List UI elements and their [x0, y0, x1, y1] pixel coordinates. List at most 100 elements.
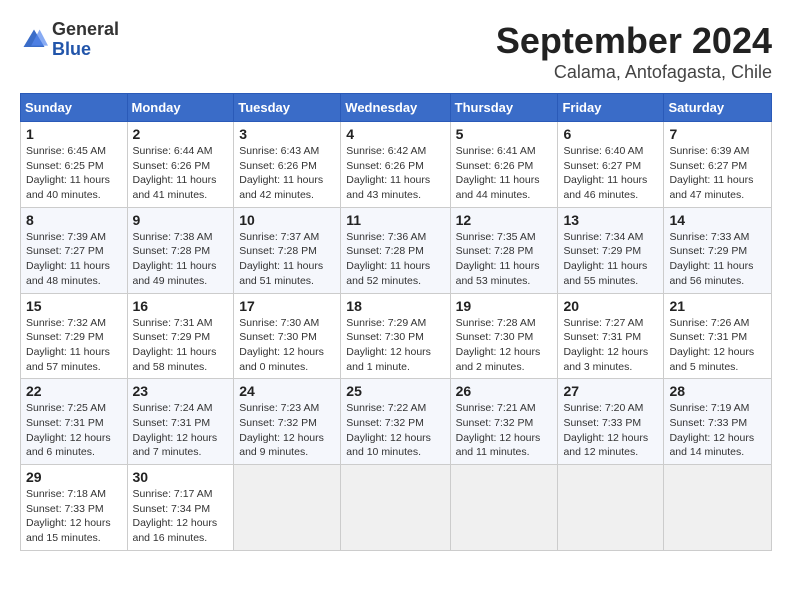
day-info: Sunrise: 7:21 AMSunset: 7:32 PMDaylight:…	[456, 401, 553, 460]
day-number: 17	[239, 298, 335, 314]
day-info: Sunrise: 7:28 AMSunset: 7:30 PMDaylight:…	[456, 316, 553, 375]
day-info: Sunrise: 7:17 AMSunset: 7:34 PMDaylight:…	[133, 487, 229, 546]
day-number: 23	[133, 383, 229, 399]
day-number: 20	[563, 298, 658, 314]
day-info: Sunrise: 6:40 AMSunset: 6:27 PMDaylight:…	[563, 144, 658, 203]
header-thursday: Thursday	[450, 94, 558, 122]
week-row-5: 29Sunrise: 7:18 AMSunset: 7:33 PMDayligh…	[21, 465, 772, 551]
header-tuesday: Tuesday	[234, 94, 341, 122]
day-info: Sunrise: 6:43 AMSunset: 6:26 PMDaylight:…	[239, 144, 335, 203]
calendar-cell: 22 Sunrise: 7:25 AMSunset: 7:31 PMDayligh…	[21, 379, 128, 465]
logo-text: General Blue	[52, 20, 119, 60]
day-info: Sunrise: 6:41 AMSunset: 6:26 PMDaylight:…	[456, 144, 553, 203]
calendar-cell: 13 Sunrise: 7:34 AMSunset: 7:29 PMDayligh…	[558, 207, 664, 293]
calendar-cell: 5Sunrise: 6:41 AMSunset: 6:26 PMDaylight…	[450, 122, 558, 208]
day-number: 25	[346, 383, 444, 399]
day-info: Sunrise: 7:33 AMSunset: 7:29 PMDaylight:…	[669, 230, 766, 289]
day-info: Sunrise: 7:27 AMSunset: 7:31 PMDaylight:…	[563, 316, 658, 375]
day-info: Sunrise: 7:23 AMSunset: 7:32 PMDaylight:…	[239, 401, 335, 460]
calendar-cell: 8 Sunrise: 7:39 AMSunset: 7:27 PMDaylight…	[21, 207, 128, 293]
day-number: 10	[239, 212, 335, 228]
day-number: 1	[26, 126, 122, 142]
day-number: 16	[133, 298, 229, 314]
day-info: Sunrise: 7:29 AMSunset: 7:30 PMDaylight:…	[346, 316, 444, 375]
day-info: Sunrise: 7:25 AMSunset: 7:31 PMDaylight:…	[26, 401, 122, 460]
calendar-cell: 3 Sunrise: 6:43 AMSunset: 6:26 PMDaylight…	[234, 122, 341, 208]
day-info: Sunrise: 7:26 AMSunset: 7:31 PMDaylight:…	[669, 316, 766, 375]
logo: General Blue	[20, 20, 119, 60]
calendar-cell: 25Sunrise: 7:22 AMSunset: 7:32 PMDayligh…	[341, 379, 450, 465]
calendar-cell: 2Sunrise: 6:44 AMSunset: 6:26 PMDaylight…	[127, 122, 234, 208]
day-info: Sunrise: 7:31 AMSunset: 7:29 PMDaylight:…	[133, 316, 229, 375]
header-wednesday: Wednesday	[341, 94, 450, 122]
day-number: 2	[133, 126, 229, 142]
day-number: 4	[346, 126, 444, 142]
calendar-cell: 9 Sunrise: 7:38 AMSunset: 7:28 PMDaylight…	[127, 207, 234, 293]
day-info: Sunrise: 7:32 AMSunset: 7:29 PMDaylight:…	[26, 316, 122, 375]
calendar-cell: 11 Sunrise: 7:36 AMSunset: 7:28 PMDayligh…	[341, 207, 450, 293]
day-number: 13	[563, 212, 658, 228]
header-saturday: Saturday	[664, 94, 772, 122]
calendar-cell: 6 Sunrise: 6:40 AMSunset: 6:27 PMDaylight…	[558, 122, 664, 208]
calendar-cell: 26 Sunrise: 7:21 AMSunset: 7:32 PMDayligh…	[450, 379, 558, 465]
logo-general: General	[52, 19, 119, 39]
day-number: 24	[239, 383, 335, 399]
day-info: Sunrise: 7:34 AMSunset: 7:29 PMDaylight:…	[563, 230, 658, 289]
header-sunday: Sunday	[21, 94, 128, 122]
location-title: Calama, Antofagasta, Chile	[496, 62, 772, 83]
calendar-cell: 21Sunrise: 7:26 AMSunset: 7:31 PMDayligh…	[664, 293, 772, 379]
day-number: 7	[669, 126, 766, 142]
month-title: September 2024	[496, 20, 772, 62]
day-info: Sunrise: 7:20 AMSunset: 7:33 PMDaylight:…	[563, 401, 658, 460]
day-info: Sunrise: 7:30 AMSunset: 7:30 PMDaylight:…	[239, 316, 335, 375]
calendar-cell: 30Sunrise: 7:17 AMSunset: 7:34 PMDayligh…	[127, 465, 234, 551]
calendar-cell: 10 Sunrise: 7:37 AMSunset: 7:28 PMDayligh…	[234, 207, 341, 293]
day-number: 14	[669, 212, 766, 228]
day-number: 15	[26, 298, 122, 314]
calendar-cell	[341, 465, 450, 551]
header-monday: Monday	[127, 94, 234, 122]
calendar-cell: 14 Sunrise: 7:33 AMSunset: 7:29 PMDayligh…	[664, 207, 772, 293]
page-header: General Blue September 2024 Calama, Anto…	[20, 20, 772, 83]
day-number: 3	[239, 126, 335, 142]
calendar-cell: 18 Sunrise: 7:29 AMSunset: 7:30 PMDayligh…	[341, 293, 450, 379]
calendar-cell: 16 Sunrise: 7:31 AMSunset: 7:29 PMDayligh…	[127, 293, 234, 379]
calendar-cell: 12 Sunrise: 7:35 AMSunset: 7:28 PMDayligh…	[450, 207, 558, 293]
day-number: 11	[346, 212, 444, 228]
day-info: Sunrise: 7:37 AMSunset: 7:28 PMDaylight:…	[239, 230, 335, 289]
day-number: 18	[346, 298, 444, 314]
day-number: 8	[26, 212, 122, 228]
day-number: 6	[563, 126, 658, 142]
calendar-cell	[664, 465, 772, 551]
calendar-cell: 1 Sunrise: 6:45 AMSunset: 6:25 PMDaylight…	[21, 122, 128, 208]
calendar-cell: 27Sunrise: 7:20 AMSunset: 7:33 PMDayligh…	[558, 379, 664, 465]
calendar-cell	[558, 465, 664, 551]
day-info: Sunrise: 7:38 AMSunset: 7:28 PMDaylight:…	[133, 230, 229, 289]
calendar-cell	[234, 465, 341, 551]
day-info: Sunrise: 7:36 AMSunset: 7:28 PMDaylight:…	[346, 230, 444, 289]
week-row-4: 22 Sunrise: 7:25 AMSunset: 7:31 PMDayligh…	[21, 379, 772, 465]
day-info: Sunrise: 7:19 AMSunset: 7:33 PMDaylight:…	[669, 401, 766, 460]
calendar-cell: 29Sunrise: 7:18 AMSunset: 7:33 PMDayligh…	[21, 465, 128, 551]
day-info: Sunrise: 6:42 AMSunset: 6:26 PMDaylight:…	[346, 144, 444, 203]
day-number: 26	[456, 383, 553, 399]
header-friday: Friday	[558, 94, 664, 122]
day-info: Sunrise: 7:18 AMSunset: 7:33 PMDaylight:…	[26, 487, 122, 546]
day-number: 12	[456, 212, 553, 228]
calendar-cell: 24 Sunrise: 7:23 AMSunset: 7:32 PMDayligh…	[234, 379, 341, 465]
day-number: 9	[133, 212, 229, 228]
week-row-1: 1 Sunrise: 6:45 AMSunset: 6:25 PMDaylight…	[21, 122, 772, 208]
day-info: Sunrise: 6:39 AMSunset: 6:27 PMDaylight:…	[669, 144, 766, 203]
day-number: 22	[26, 383, 122, 399]
day-info: Sunrise: 7:35 AMSunset: 7:28 PMDaylight:…	[456, 230, 553, 289]
logo-blue: Blue	[52, 39, 91, 59]
calendar-cell: 15 Sunrise: 7:32 AMSunset: 7:29 PMDayligh…	[21, 293, 128, 379]
day-number: 19	[456, 298, 553, 314]
day-info: Sunrise: 7:39 AMSunset: 7:27 PMDaylight:…	[26, 230, 122, 289]
calendar-cell: 28Sunrise: 7:19 AMSunset: 7:33 PMDayligh…	[664, 379, 772, 465]
day-info: Sunrise: 6:45 AMSunset: 6:25 PMDaylight:…	[26, 144, 122, 203]
calendar-table: SundayMondayTuesdayWednesdayThursdayFrid…	[20, 93, 772, 551]
calendar-cell: 23Sunrise: 7:24 AMSunset: 7:31 PMDayligh…	[127, 379, 234, 465]
week-row-3: 15 Sunrise: 7:32 AMSunset: 7:29 PMDayligh…	[21, 293, 772, 379]
calendar-cell: 20 Sunrise: 7:27 AMSunset: 7:31 PMDayligh…	[558, 293, 664, 379]
